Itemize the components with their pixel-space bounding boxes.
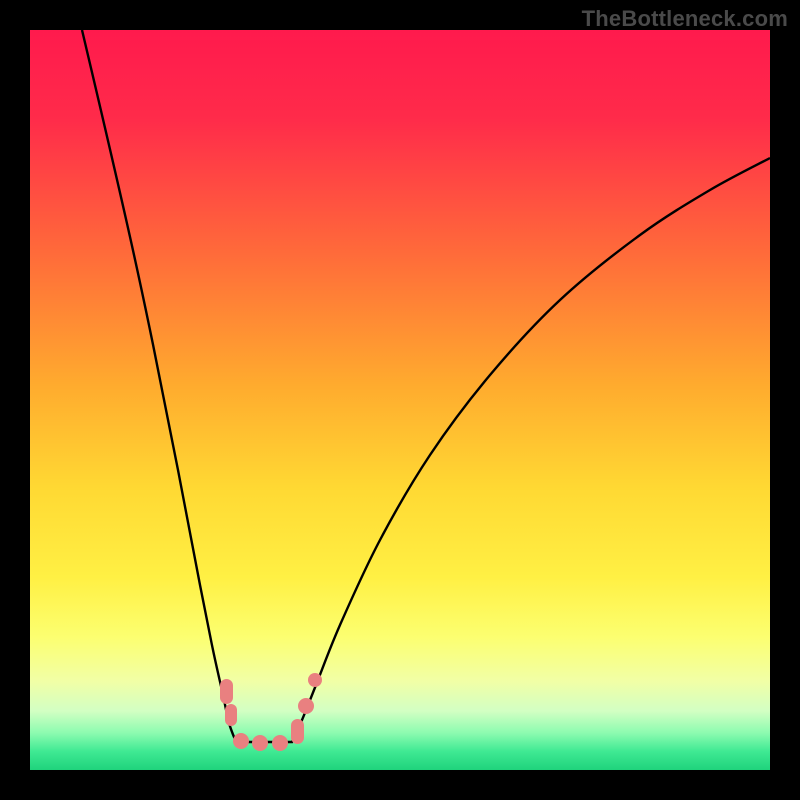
- watermark-text: TheBottleneck.com: [582, 6, 788, 32]
- chart-frame: [30, 30, 770, 770]
- background-gradient: [30, 30, 770, 770]
